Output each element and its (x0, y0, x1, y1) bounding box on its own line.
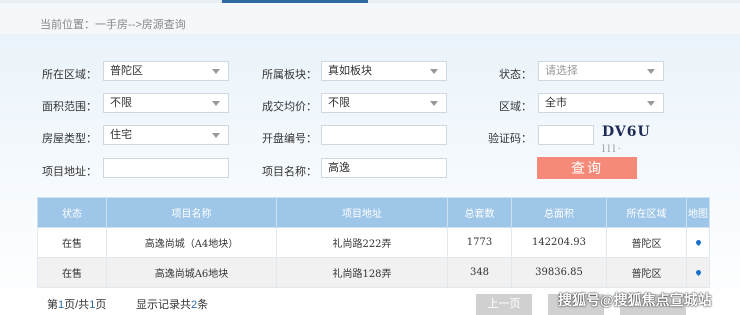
captcha-text: DV6U (602, 124, 651, 140)
block-label: 所属板块： (262, 69, 317, 81)
area-label: 面积范围： (42, 101, 97, 113)
opening-label: 开盘编号： (262, 133, 317, 145)
col-status: 状态 (37, 197, 107, 228)
project-name-input[interactable]: 高逸 (321, 158, 447, 178)
table-row[interactable]: 在售 高逸尚城（A4地块） 礼尚路222弄 1773 142204.93 普陀区 (37, 227, 710, 258)
row-status: 在售 (37, 257, 107, 288)
page-suffix: 页 (95, 299, 107, 311)
col-map: 地图 (686, 197, 710, 228)
region-value: 普陀区 (110, 65, 143, 77)
row-status: 在售 (37, 227, 107, 258)
row-region: 普陀区 (606, 227, 687, 258)
price-value: 不限 (328, 97, 350, 109)
price-label: 成交均价： (262, 101, 317, 113)
active-nav-indicator (222, 0, 368, 3)
table-header-row: 状态 项目名称 项目地址 总套数 总面积 所在区域 地图 (37, 197, 710, 228)
row-project-name[interactable]: 高逸尚城A6地块 (106, 257, 277, 288)
col-region: 所在区域 (606, 197, 687, 228)
prev-page-button[interactable]: 上一页 (476, 294, 532, 315)
col-address: 项目地址 (276, 197, 448, 228)
captcha-noise: lll· (602, 144, 623, 155)
chevron-down-icon (647, 69, 655, 74)
region-label: 所在区域： (42, 69, 97, 81)
area-value: 不限 (110, 97, 132, 109)
status-select[interactable]: 请选择 (538, 61, 664, 81)
name-label: 项目名称： (262, 166, 317, 178)
row-area: 39836.85 (511, 257, 607, 288)
chevron-down-icon (212, 101, 220, 106)
records-prefix: 显示记录共 (136, 299, 191, 311)
address-input[interactable] (103, 158, 229, 178)
breadcrumb: 当前位置：一手房-->房源查询 (40, 19, 186, 31)
row-map[interactable] (686, 257, 710, 288)
captcha-input[interactable] (538, 125, 594, 145)
results-table: 状态 项目名称 项目地址 总套数 总面积 所在区域 地图 在售 高逸尚城（A4地… (37, 197, 710, 288)
row-units: 348 (447, 257, 512, 288)
page-indicator: 第1页/共1页 (47, 296, 106, 312)
col-project-name: 项目名称 (106, 197, 277, 228)
district-label: 区域： (499, 101, 532, 113)
records-count: 显示记录共2条 (136, 296, 208, 312)
row-map[interactable] (686, 227, 710, 258)
captcha-label: 验证码： (488, 133, 532, 145)
region-select[interactable]: 普陀区 (103, 61, 229, 81)
top-nav-strip (0, 0, 740, 3)
block-select[interactable]: 真如板块 (321, 61, 447, 81)
map-pin-icon[interactable] (694, 238, 702, 247)
type-value: 住宅 (110, 129, 132, 141)
chevron-down-icon (212, 69, 220, 74)
row-address: 礼尚路128弄 (276, 257, 448, 288)
records-suffix: 条 (197, 299, 209, 311)
col-units: 总套数 (447, 197, 512, 228)
row-address: 礼尚路222弄 (276, 227, 448, 258)
chevron-down-icon (212, 133, 220, 138)
price-select[interactable]: 不限 (321, 93, 447, 113)
row-project-name[interactable]: 高逸尚城（A4地块） (106, 227, 277, 258)
chevron-down-icon (647, 101, 655, 106)
status-placeholder: 请选择 (545, 65, 578, 77)
watermark: 搜狐号@搜狐焦点宣城站 (558, 292, 712, 308)
map-pin-icon[interactable] (694, 268, 702, 277)
district-select[interactable]: 全市 (538, 93, 664, 113)
row-area: 142204.93 (511, 227, 607, 258)
chevron-down-icon (430, 101, 438, 106)
chevron-down-icon (430, 69, 438, 74)
col-area: 总面积 (511, 197, 607, 228)
page-prefix: 第 (47, 299, 58, 311)
area-select[interactable]: 不限 (103, 93, 229, 113)
table-row[interactable]: 在售 高逸尚城A6地块 礼尚路128弄 348 39836.85 普陀区 (37, 257, 710, 288)
type-label: 房屋类型： (42, 133, 97, 145)
opening-input[interactable] (321, 125, 447, 145)
status-label: 状态： (499, 69, 532, 81)
block-value: 真如板块 (328, 65, 372, 77)
address-label: 项目地址： (42, 166, 97, 178)
district-value: 全市 (545, 97, 567, 109)
row-units: 1773 (447, 227, 512, 258)
captcha-image[interactable]: DV6U lll· (602, 124, 664, 155)
type-select[interactable]: 住宅 (103, 125, 229, 145)
query-button[interactable]: 查询 (537, 157, 637, 179)
page-mid: 页/共 (64, 299, 90, 311)
row-region: 普陀区 (606, 257, 687, 288)
